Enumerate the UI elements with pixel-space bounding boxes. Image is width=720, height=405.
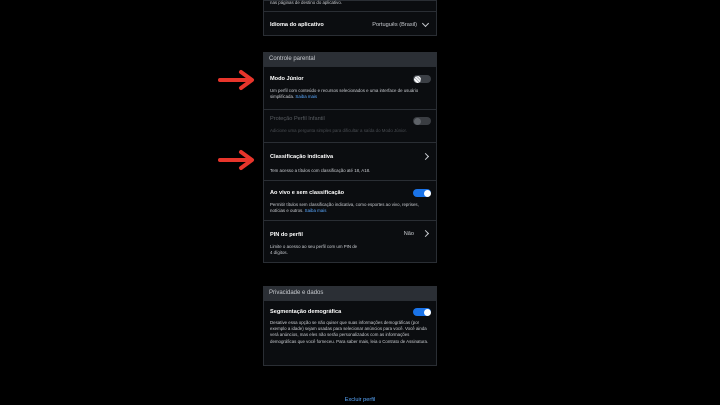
content-rating-row[interactable]: Classificação indicativa Tem acesso a tí… <box>264 142 436 180</box>
demographic-segmentation-description: Desative essa opção se não quiser que su… <box>270 320 429 344</box>
language-setting-label: Idioma do aplicativo <box>270 22 324 28</box>
parental-control-section: Controle parental Modo Júnior Um perfil … <box>263 52 437 263</box>
child-profile-protection-description: Adicione uma pergunta simples para dific… <box>270 128 407 133</box>
child-profile-protection-row: Proteção Perfil Infantil Adicione uma pe… <box>264 109 436 142</box>
demographic-segmentation-toggle[interactable] <box>413 308 431 316</box>
live-unrated-description-block: Permitir títulos sem classificação indic… <box>270 202 430 214</box>
privacy-section: Privacidade e dados Segmentação demográf… <box>263 286 437 366</box>
language-setting-row[interactable]: Idioma do aplicativo Português (Brasil) <box>264 11 436 39</box>
child-profile-protection-toggle <box>413 117 431 125</box>
chevron-down-icon <box>421 19 430 28</box>
toggle-knob <box>413 75 421 83</box>
junior-mode-row: Modo Júnior Um perfil com conteúdo e rec… <box>264 67 436 109</box>
annotation-arrow-icon <box>218 150 254 170</box>
child-profile-protection-title: Proteção Perfil Infantil <box>270 116 325 122</box>
demographic-segmentation-title: Segmentação demográfica <box>270 309 342 315</box>
delete-profile-link[interactable]: Excluir perfil <box>0 397 720 403</box>
general-settings-card: nas páginas de destino do aplicativo. Id… <box>263 0 437 36</box>
junior-mode-learn-more-link[interactable]: Saiba mais <box>295 94 317 99</box>
content-rating-title: Classificação indicativa <box>270 154 334 160</box>
profile-pin-value: Não <box>403 231 414 237</box>
junior-mode-description-block: Um perfil com conteúdo e recursos seleci… <box>270 88 430 100</box>
live-unrated-row: Ao vivo e sem classificação Permitir tít… <box>264 180 436 220</box>
live-unrated-learn-more-link[interactable]: Saiba mais <box>305 208 327 213</box>
toggle-knob <box>413 117 421 125</box>
live-unrated-title: Ao vivo e sem classificação <box>270 190 345 196</box>
parental-control-header: Controle parental <box>263 52 437 66</box>
language-dropdown[interactable]: Português (Brasil) <box>372 22 417 28</box>
junior-mode-title: Modo Júnior <box>270 76 304 82</box>
live-unrated-description: Permitir títulos sem classificação indic… <box>270 202 419 214</box>
toggle-knob <box>423 189 431 197</box>
annotation-arrow-icon <box>218 70 254 90</box>
content-rating-description: Tem acesso a títulos com classificação a… <box>270 168 371 173</box>
previous-setting-description: nas páginas de destino do aplicativo. <box>270 0 343 5</box>
toggle-knob <box>423 308 431 316</box>
junior-mode-description: Um perfil com conteúdo e recursos seleci… <box>270 88 419 100</box>
junior-mode-toggle[interactable] <box>413 75 431 83</box>
profile-pin-row[interactable]: PIN do perfil Não Limite o acesso ao seu… <box>264 220 436 262</box>
profile-pin-description: Limite o acesso ao seu perfil com um PIN… <box>270 244 358 256</box>
privacy-header: Privacidade e dados <box>263 286 437 300</box>
live-unrated-toggle[interactable] <box>413 189 431 197</box>
demographic-segmentation-row: Segmentação demográfica Desative essa op… <box>264 301 436 365</box>
